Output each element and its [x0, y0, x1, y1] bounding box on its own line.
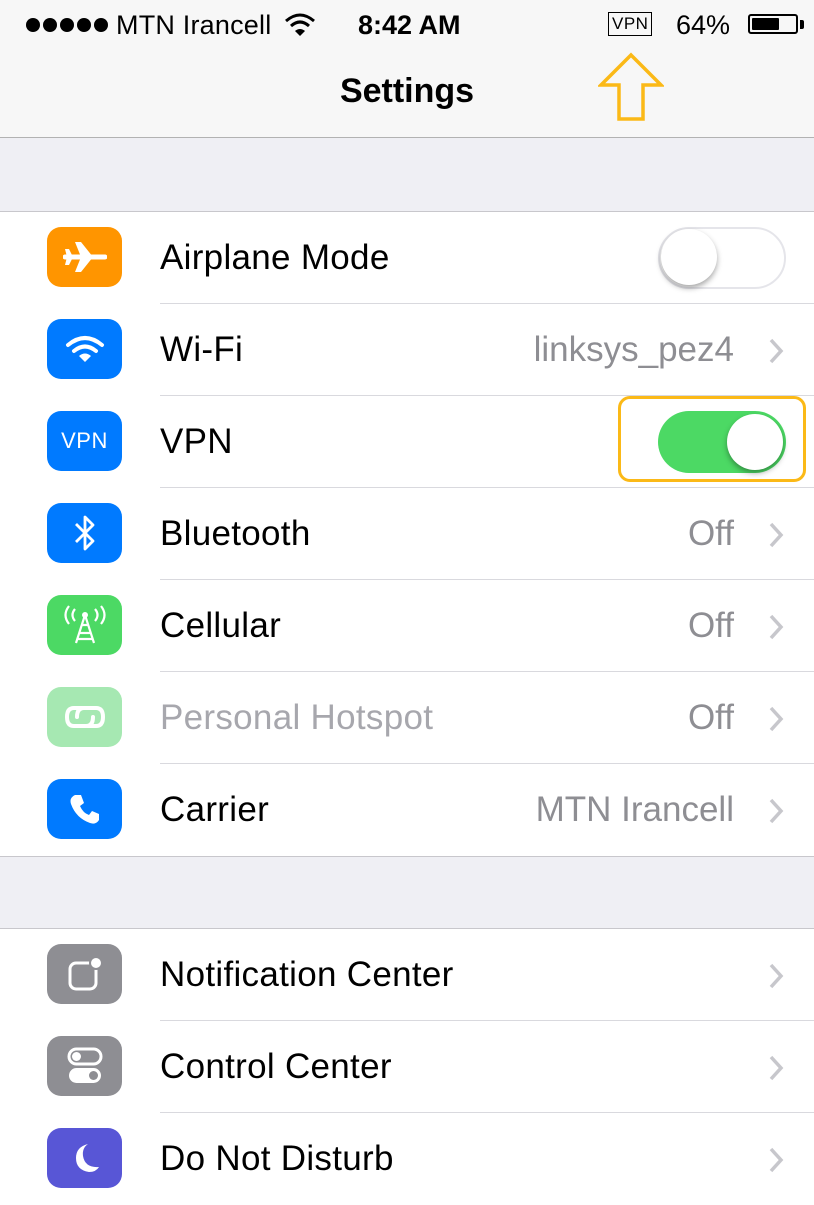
- carrier-label: Carrier: [160, 790, 270, 829]
- chevron-right-icon: [769, 1147, 784, 1173]
- status-left: MTN Irancell: [26, 8, 317, 42]
- row-vpn: VPN VPN: [0, 396, 814, 488]
- status-bar: MTN Irancell 8:42 AM VPN 64%: [0, 0, 814, 50]
- settings-group-connectivity: Airplane Mode Wi-Fi linksys_pez4 VPN VPN…: [0, 211, 814, 857]
- row-wifi[interactable]: Wi-Fi linksys_pez4: [0, 304, 814, 396]
- chevron-right-icon: [769, 338, 784, 364]
- vpn-status-indicator: VPN: [608, 12, 653, 36]
- chevron-right-icon: [769, 614, 784, 640]
- phone-icon: [47, 779, 122, 839]
- notification-center-icon: [47, 944, 122, 1004]
- chevron-right-icon: [769, 798, 784, 824]
- row-airplane-mode: Airplane Mode: [0, 212, 814, 304]
- notification-center-label: Notification Center: [160, 955, 454, 994]
- bluetooth-label: Bluetooth: [160, 514, 311, 553]
- wifi-icon: [47, 319, 122, 379]
- wifi-status-icon: [285, 13, 316, 36]
- chevron-right-icon: [769, 706, 784, 732]
- chevron-right-icon: [769, 963, 784, 989]
- vpn-icon: VPN: [47, 411, 122, 471]
- moon-icon: [47, 1128, 122, 1188]
- row-personal-hotspot[interactable]: Personal Hotspot Off: [0, 672, 814, 764]
- hotspot-icon: [47, 687, 122, 747]
- page-title: Settings: [339, 72, 475, 110]
- bluetooth-icon: [47, 503, 122, 563]
- settings-group-system: Notification Center Control Center Do No…: [0, 928, 814, 1205]
- row-carrier[interactable]: Carrier MTN Irancell: [0, 764, 814, 856]
- do-not-disturb-label: Do Not Disturb: [160, 1139, 394, 1178]
- cellular-label: Cellular: [160, 606, 282, 645]
- row-control-center[interactable]: Control Center: [0, 1021, 814, 1113]
- row-do-not-disturb[interactable]: Do Not Disturb: [0, 1113, 814, 1205]
- control-center-label: Control Center: [160, 1047, 392, 1086]
- battery-percent: 64%: [676, 9, 731, 40]
- carrier-name: MTN Irancell: [116, 9, 272, 40]
- cellular-value: Off: [687, 606, 734, 645]
- personal-hotspot-value: Off: [687, 698, 734, 737]
- row-bluetooth[interactable]: Bluetooth Off: [0, 488, 814, 580]
- signal-strength-icon: [26, 18, 108, 32]
- cellular-icon: [47, 595, 122, 655]
- navigation-bar: Settings: [0, 50, 814, 138]
- row-cellular[interactable]: Cellular Off: [0, 580, 814, 672]
- row-notification-center[interactable]: Notification Center: [0, 929, 814, 1021]
- wifi-label: Wi-Fi: [160, 330, 244, 369]
- airplane-icon: [47, 227, 122, 287]
- bluetooth-value: Off: [687, 514, 734, 553]
- airplane-mode-toggle[interactable]: [658, 227, 786, 289]
- carrier-value: MTN Irancell: [535, 790, 734, 829]
- annotation-arrow-icon: [598, 52, 664, 121]
- personal-hotspot-label: Personal Hotspot: [160, 698, 434, 737]
- vpn-label: VPN: [160, 422, 233, 461]
- status-time: 8:42 AM: [358, 9, 461, 40]
- battery-icon: [748, 14, 798, 34]
- chevron-right-icon: [769, 522, 784, 548]
- wifi-value: linksys_pez4: [533, 330, 734, 369]
- control-center-icon: [47, 1036, 122, 1096]
- airplane-mode-label: Airplane Mode: [160, 238, 390, 277]
- battery-tip: [800, 20, 804, 29]
- chevron-right-icon: [769, 1055, 784, 1081]
- vpn-toggle[interactable]: [658, 411, 786, 473]
